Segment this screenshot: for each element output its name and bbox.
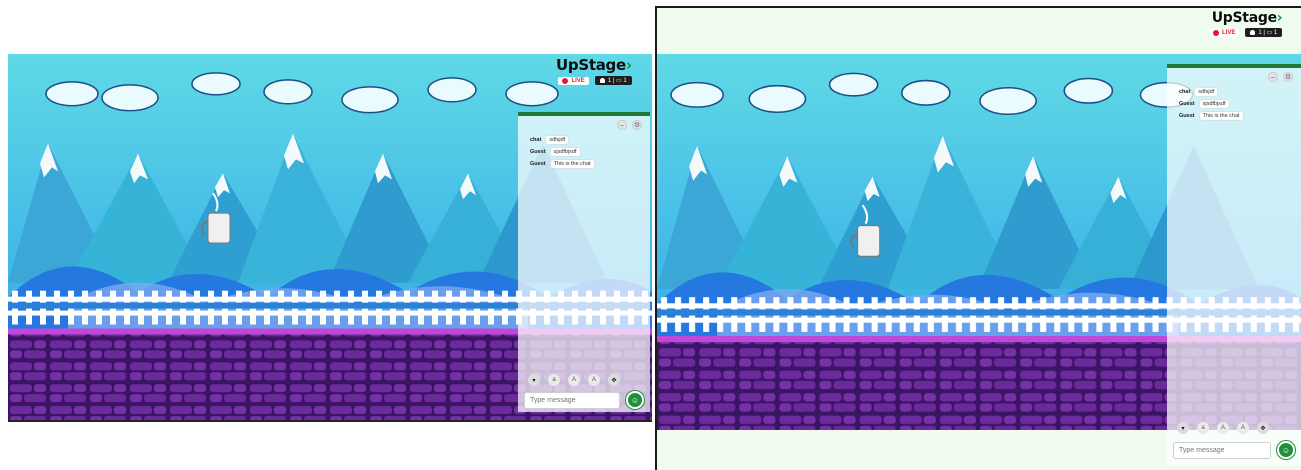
live-badge[interactable]: LIVE — [1209, 28, 1240, 37]
counter-text: 1 | ▭ 1 — [1258, 30, 1278, 36]
chat-message: Guest This is the chat — [530, 160, 594, 168]
move-icon[interactable]: ✥ — [608, 374, 620, 386]
message-sender: Guest — [1179, 113, 1195, 119]
logo-tick-icon: › — [1276, 10, 1283, 26]
left-view: UpStage› LIVE 1 | ▭ 1 – ⚙ chat sdfsjdf G… — [0, 0, 652, 470]
font-medium-icon[interactable]: A — [1217, 422, 1229, 434]
chat-message: Guest sjsdfbjsdf — [1179, 100, 1243, 108]
chat-message: Guest This is the chat — [1179, 112, 1243, 120]
person-icon — [599, 78, 605, 83]
message-text: This is the chat — [1199, 112, 1243, 120]
emoji-icon[interactable]: ☺ — [626, 391, 644, 409]
chat-message: chat sdfsjdf — [530, 136, 594, 144]
brand-area: UpStage› LIVE 1 | ▭ 1 — [556, 56, 632, 85]
font-smaller-icon[interactable]: a — [548, 374, 560, 386]
message-sender: chat — [530, 137, 542, 143]
message-text: This is the chat — [550, 160, 594, 168]
chat-message: chat sdfsjdf — [1179, 88, 1243, 96]
font-medium-icon[interactable]: A — [568, 374, 580, 386]
gear-icon[interactable]: ⚙ — [632, 120, 642, 130]
live-dot-icon — [1213, 29, 1219, 36]
chat-panel: – ⚙ chat sdfsjdf Guest sjsdfbjsdf Guest … — [518, 112, 650, 412]
chat-messages: chat sdfsjdf Guest sjsdfbjsdf Guest This… — [530, 136, 594, 168]
chat-message-input[interactable] — [1173, 442, 1271, 459]
logo-text: UpStage — [1211, 10, 1277, 26]
font-larger-icon[interactable]: A — [588, 374, 600, 386]
chevron-down-icon[interactable]: ▾ — [1177, 422, 1189, 434]
live-dot-icon — [562, 77, 569, 84]
logo-text: UpStage — [556, 56, 626, 74]
message-text: sjsdfbjsdf — [1199, 100, 1229, 108]
live-label: LIVE — [571, 77, 585, 84]
chevron-down-icon[interactable]: ▾ — [528, 374, 540, 386]
move-icon[interactable]: ✥ — [1257, 422, 1269, 434]
chat-message: Guest sjsdfbjsdf — [530, 148, 594, 156]
audience-counter[interactable]: 1 | ▭ 1 — [1245, 28, 1283, 37]
message-sender: Guest — [530, 149, 546, 155]
audience-counter[interactable]: 1 | ▭ 1 — [594, 76, 632, 85]
message-sender: Guest — [530, 161, 546, 167]
chat-messages: chat sdfsjdf Guest sjsdfbjsdf Guest This… — [1179, 88, 1243, 120]
message-text: sdfsjdf — [1195, 88, 1218, 96]
chat-header-controls: – ⚙ — [617, 120, 642, 130]
font-smaller-icon[interactable]: a — [1197, 422, 1209, 434]
chat-toolbar: ▾ a A A ✥ — [1177, 422, 1269, 434]
live-badge[interactable]: LIVE — [558, 76, 589, 85]
message-text: sjsdfbjsdf — [550, 148, 580, 156]
minimize-icon[interactable]: – — [617, 120, 627, 130]
status-row: LIVE 1 | ▭ 1 — [558, 76, 632, 85]
message-text: sdfsjdf — [546, 136, 569, 144]
upstage-logo: UpStage› — [556, 56, 632, 74]
logo-tick-icon: › — [625, 56, 632, 74]
font-larger-icon[interactable]: A — [1237, 422, 1249, 434]
message-sender: Guest — [1179, 101, 1195, 107]
minimize-icon[interactable]: – — [1268, 72, 1278, 82]
brand-area: UpStage› LIVE 1 | ▭ 1 — [1209, 10, 1283, 37]
person-icon — [1250, 30, 1256, 35]
gear-icon[interactable]: ⚙ — [1283, 72, 1293, 82]
chat-panel: – ⚙ chat sdfsjdf Guest sjsdfbjsdf Guest … — [1167, 64, 1301, 466]
chat-message-input[interactable] — [524, 392, 620, 409]
right-view: UpStage› LIVE 1 | ▭ 1 – ⚙ chat sdfsjdf G… — [655, 6, 1301, 470]
upstage-logo: UpStage› — [1212, 10, 1283, 26]
message-sender: chat — [1179, 89, 1191, 95]
live-label: LIVE — [1222, 29, 1236, 36]
chat-toolbar: ▾ a A A ✥ — [528, 374, 620, 386]
counter-text: 1 | ▭ 1 — [607, 78, 627, 84]
chat-header-controls: – ⚙ — [1268, 72, 1293, 82]
emoji-icon[interactable]: ☺ — [1277, 441, 1295, 459]
status-row: LIVE 1 | ▭ 1 — [1209, 28, 1283, 37]
